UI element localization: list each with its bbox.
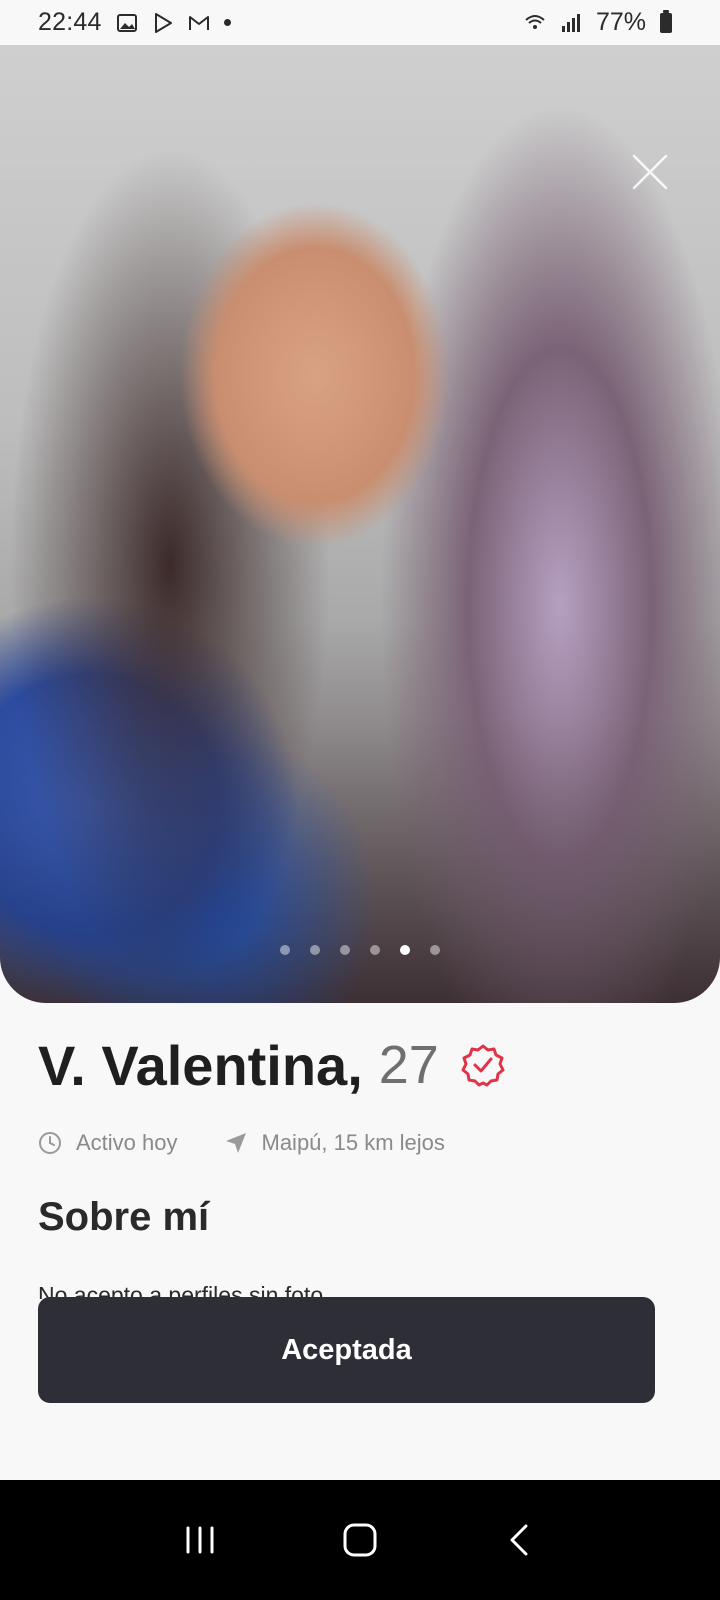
clock-icon bbox=[39, 1132, 61, 1154]
recents-icon bbox=[186, 1526, 214, 1554]
pagination-dot bbox=[340, 945, 350, 955]
play-store-icon bbox=[152, 12, 174, 34]
location-label: Maipú, 15 km lejos bbox=[261, 1130, 445, 1155]
activity-status: Activo hoy bbox=[38, 1130, 178, 1156]
about-text-container: No acepto a perfiles sin foto bbox=[38, 1277, 638, 1299]
recents-button[interactable] bbox=[170, 1510, 230, 1570]
back-button[interactable] bbox=[490, 1510, 550, 1570]
status-left: 22:44 bbox=[38, 8, 231, 37]
meta-row: Activo hoy Maipú, 15 km lejos bbox=[38, 1130, 445, 1156]
profile-name: V. Valentina, bbox=[38, 1033, 363, 1097]
system-nav-bar bbox=[0, 1480, 720, 1600]
battery-icon bbox=[660, 9, 672, 33]
profile-photo[interactable] bbox=[0, 45, 720, 1003]
home-icon bbox=[343, 1523, 377, 1557]
close-button[interactable] bbox=[630, 152, 670, 192]
home-button[interactable] bbox=[330, 1510, 390, 1570]
gmail-icon bbox=[188, 12, 210, 34]
location-info: Maipú, 15 km lejos bbox=[224, 1130, 445, 1156]
pagination-dot bbox=[430, 945, 440, 955]
pagination-dot bbox=[310, 945, 320, 955]
verified-badge-icon[interactable] bbox=[461, 1043, 505, 1087]
back-icon bbox=[510, 1524, 528, 1556]
pagination-dot bbox=[370, 945, 380, 955]
status-time: 22:44 bbox=[38, 8, 102, 36]
wifi-icon bbox=[524, 12, 546, 34]
status-right: 77% bbox=[524, 8, 672, 37]
notification-dot bbox=[223, 19, 231, 26]
photo-pagination bbox=[0, 945, 720, 955]
gallery-icon bbox=[116, 12, 138, 34]
about-title: Sobre mí bbox=[38, 1195, 210, 1239]
accepted-button[interactable]: Aceptada bbox=[38, 1297, 655, 1403]
photo-shade bbox=[0, 45, 720, 1003]
location-arrow-icon bbox=[225, 1133, 246, 1153]
activity-label: Activo hoy bbox=[76, 1130, 178, 1155]
status-bar: 22:44 77% bbox=[0, 0, 720, 45]
pagination-dot-active bbox=[400, 945, 410, 955]
name-row: V. Valentina, 27 bbox=[38, 1030, 505, 1100]
signal-icon bbox=[560, 12, 582, 34]
battery-percent: 77% bbox=[595, 8, 646, 36]
close-icon bbox=[632, 154, 668, 190]
about-text: No acepto a perfiles sin foto bbox=[38, 1282, 324, 1299]
pagination-dot bbox=[280, 945, 290, 955]
profile-age: 27 bbox=[378, 1035, 439, 1095]
